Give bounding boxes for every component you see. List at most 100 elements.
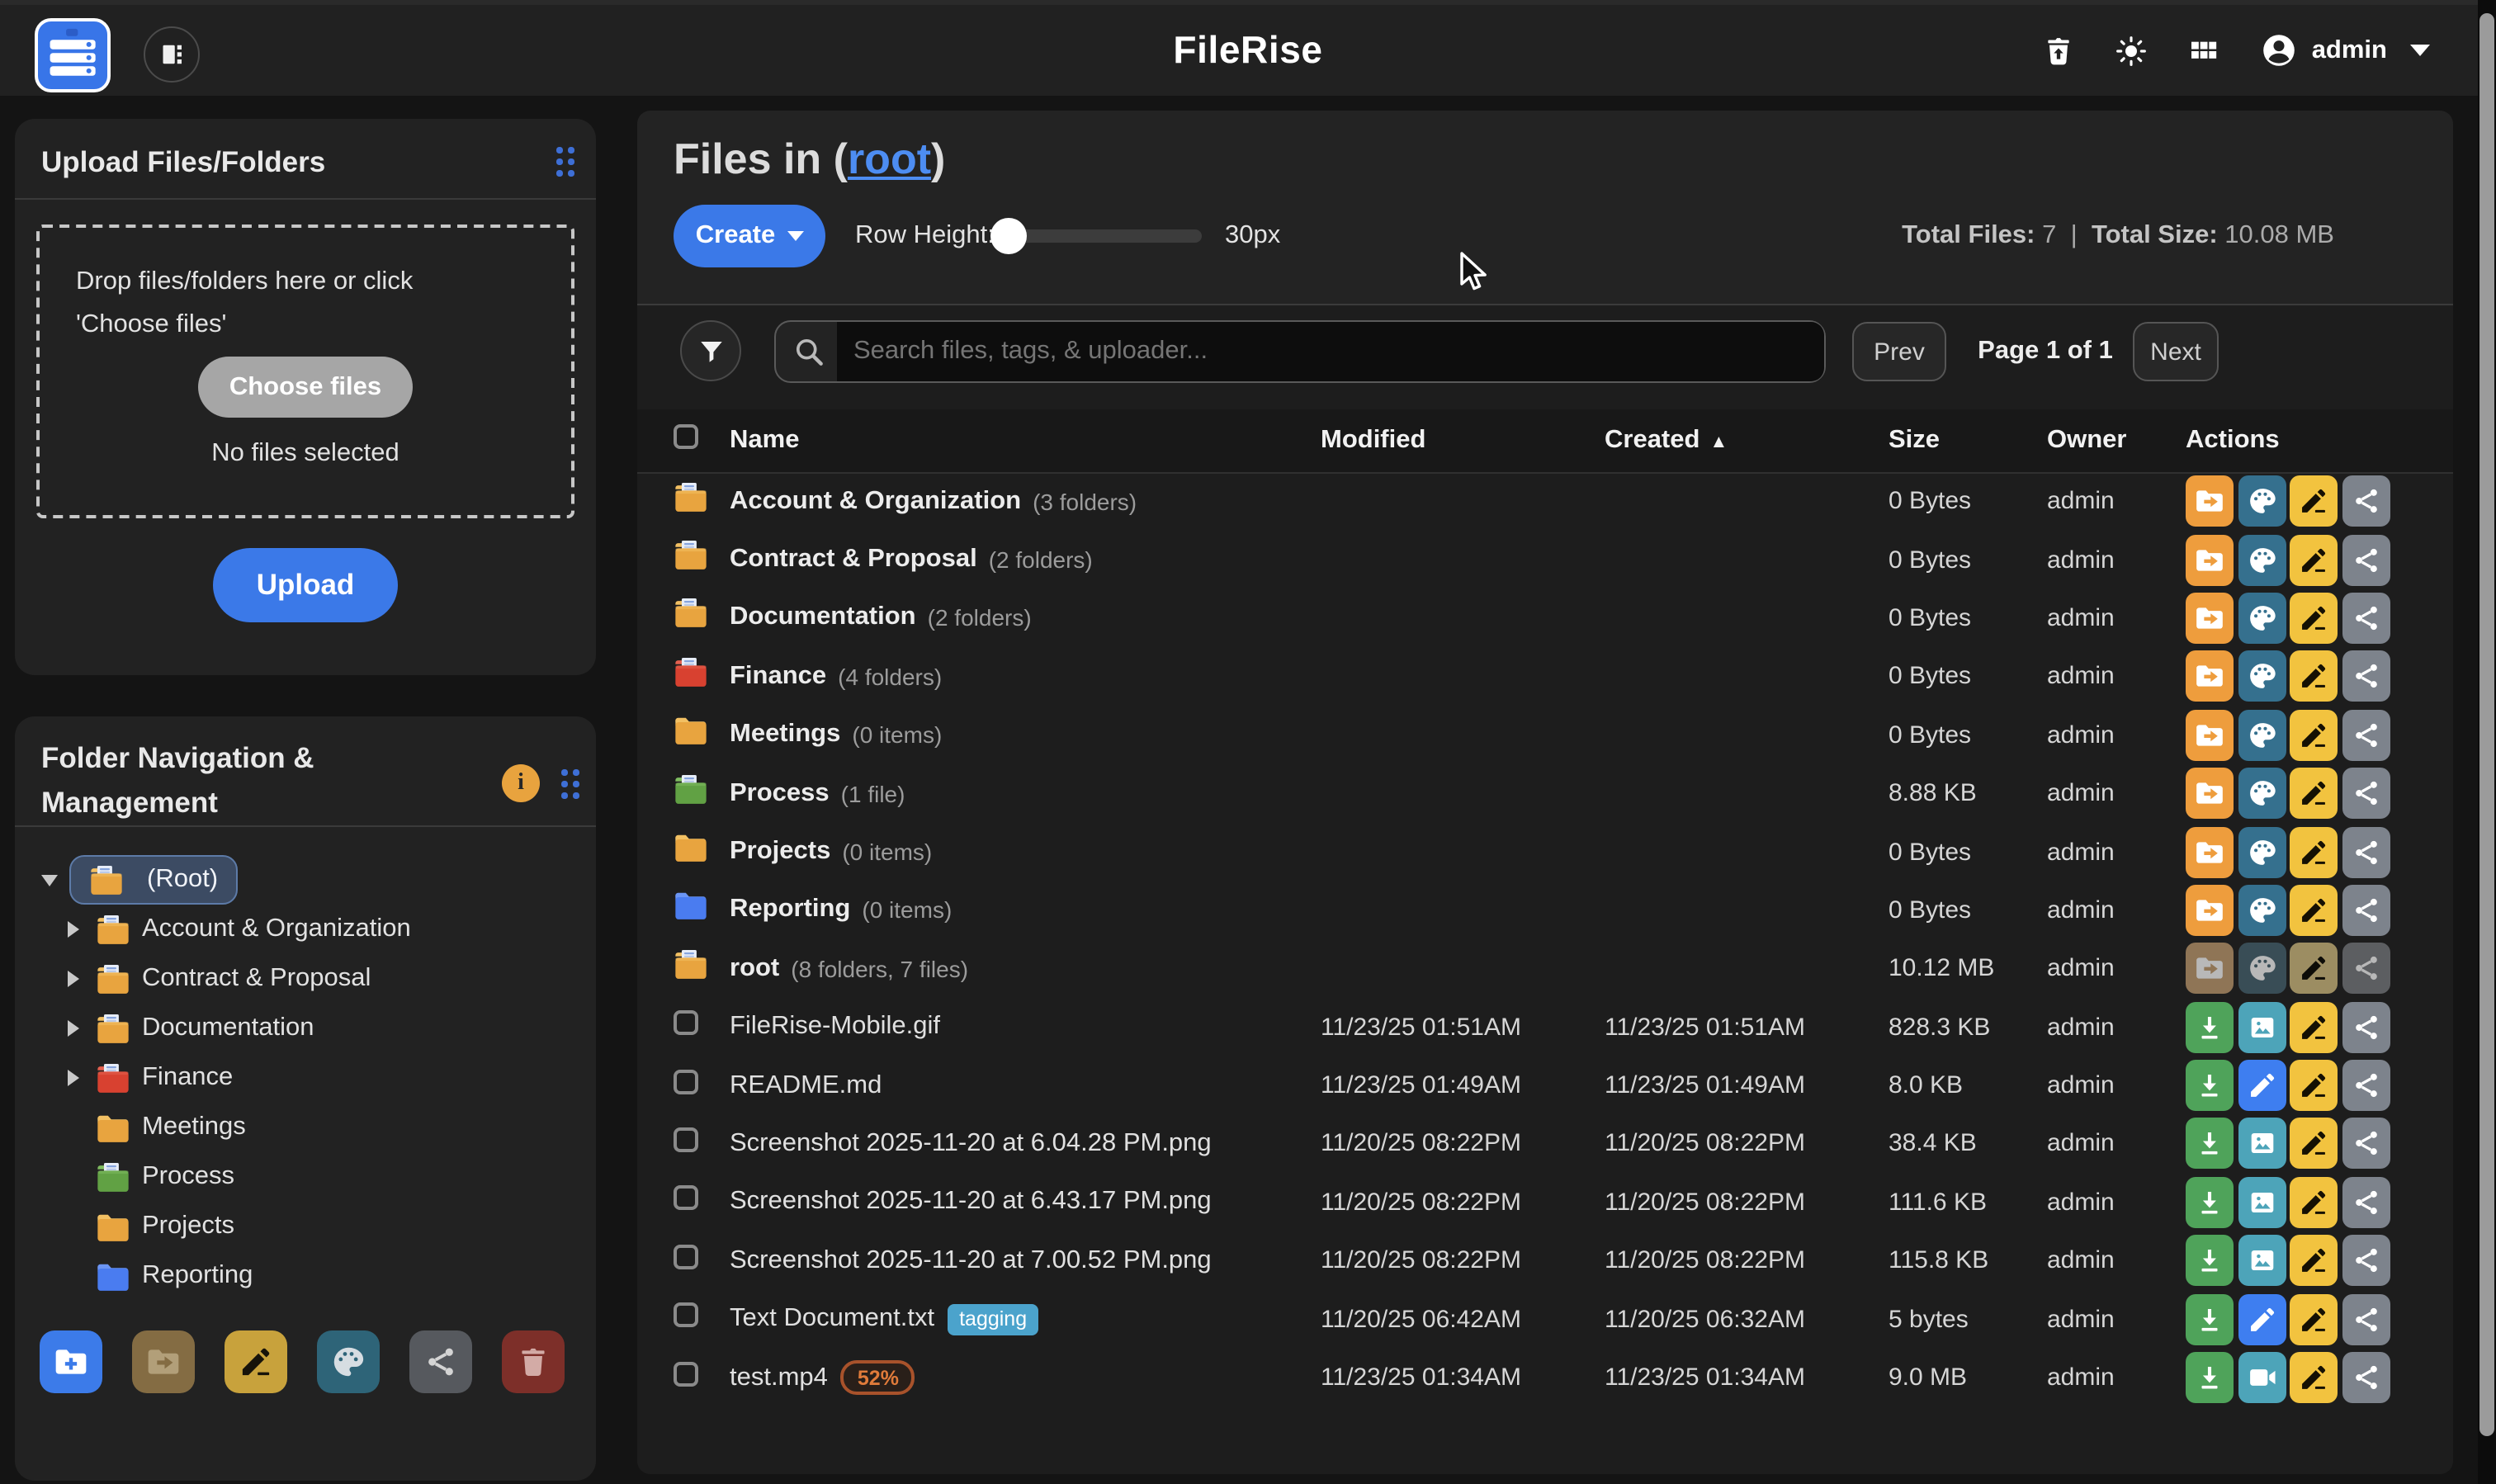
share-action-button[interactable]: [2342, 1001, 2390, 1052]
rename-action-button[interactable]: [2290, 885, 2338, 936]
prev-page-button[interactable]: Prev: [1852, 322, 1946, 381]
color-action-button[interactable]: [2238, 885, 2286, 936]
rename-action-button[interactable]: [2290, 534, 2338, 585]
item-name-cell[interactable]: Screenshot 2025-11-20 at 7.00.52 PM.png: [730, 1246, 1321, 1276]
row-checkbox[interactable]: [674, 1186, 698, 1211]
tree-item-meetings[interactable]: Meetings: [15, 1103, 596, 1152]
tree-item-reporting[interactable]: Reporting: [15, 1251, 596, 1301]
preview-action-button[interactable]: [2238, 1001, 2286, 1052]
download-action-button[interactable]: [2186, 1352, 2234, 1403]
item-name-cell[interactable]: FileRise-Mobile.gif: [730, 1012, 1321, 1042]
column-header-actions[interactable]: Actions: [2186, 426, 2423, 456]
item-name-cell[interactable]: Reporting(0 items): [730, 896, 1321, 925]
upload-dropzone[interactable]: Drop files/folders here or click 'Choose…: [36, 224, 574, 518]
user-menu[interactable]: admin: [2261, 31, 2430, 69]
selected-folder-chip[interactable]: (Root): [69, 855, 238, 905]
download-action-button[interactable]: [2186, 1001, 2234, 1052]
root-breadcrumb-link[interactable]: root: [848, 134, 931, 183]
color-action-button[interactable]: [2238, 826, 2286, 877]
upload-button[interactable]: Upload: [213, 548, 398, 622]
column-header-size[interactable]: Size: [1889, 426, 2047, 456]
trash-restore-icon[interactable]: [2043, 34, 2076, 67]
share-action-button[interactable]: [2342, 1118, 2390, 1170]
search-input[interactable]: [837, 322, 1824, 381]
table-row-folder[interactable]: Projects(0 items) 0 Bytes admin: [637, 823, 2453, 881]
tree-item-process[interactable]: Process: [15, 1152, 596, 1202]
item-name-cell[interactable]: Account & Organization(3 folders): [730, 486, 1321, 516]
rename-action-button[interactable]: [2290, 710, 2338, 761]
rename-action-button[interactable]: [2290, 943, 2338, 995]
share-action-button[interactable]: [2342, 593, 2390, 644]
table-row-folder[interactable]: Finance(4 folders) 0 Bytes admin: [637, 647, 2453, 706]
rename-action-button[interactable]: [2290, 1293, 2338, 1345]
item-name-cell[interactable]: Screenshot 2025-11-20 at 6.04.28 PM.png: [730, 1129, 1321, 1159]
table-row-folder[interactable]: Account & Organization(3 folders) 0 Byte…: [637, 472, 2453, 531]
page-scrollbar-thumb[interactable]: [2479, 13, 2494, 1436]
move-folder-button[interactable]: [132, 1330, 195, 1393]
share-action-button[interactable]: [2342, 710, 2390, 761]
rename-action-button[interactable]: [2290, 768, 2338, 819]
tree-item-root[interactable]: (Root): [15, 855, 596, 905]
share-action-button[interactable]: [2342, 768, 2390, 819]
row-checkbox[interactable]: [674, 1127, 698, 1152]
tree-item-contract-proposal[interactable]: Contract & Proposal: [15, 954, 596, 1004]
share-action-button[interactable]: [2342, 1060, 2390, 1111]
download-action-button[interactable]: [2186, 1293, 2234, 1345]
item-name-cell[interactable]: Text Document.txttagging: [730, 1303, 1321, 1335]
create-button[interactable]: Create: [674, 205, 825, 267]
rename-action-button[interactable]: [2290, 593, 2338, 644]
download-action-button[interactable]: [2186, 1236, 2234, 1287]
caret-collapsed-icon[interactable]: [68, 971, 89, 987]
table-row-file[interactable]: Text Document.txttagging 11/20/25 06:42A…: [637, 1290, 2453, 1349]
move-action-button[interactable]: [2186, 826, 2234, 877]
filter-button[interactable]: [680, 320, 741, 381]
color-action-button[interactable]: [2238, 768, 2286, 819]
item-name-cell[interactable]: Meetings(0 items): [730, 721, 1321, 750]
tree-item-projects[interactable]: Projects: [15, 1202, 596, 1251]
column-header-modified[interactable]: Modified: [1321, 426, 1605, 456]
move-action-button[interactable]: [2186, 593, 2234, 644]
item-name-cell[interactable]: Projects(0 items): [730, 837, 1321, 867]
share-action-button[interactable]: [2342, 651, 2390, 702]
share-action-button[interactable]: [2342, 1293, 2390, 1345]
move-action-button[interactable]: [2186, 475, 2234, 527]
move-action-button[interactable]: [2186, 710, 2234, 761]
light-mode-icon[interactable]: [2115, 34, 2149, 67]
color-action-button[interactable]: [2238, 651, 2286, 702]
preview-action-button[interactable]: [2238, 1177, 2286, 1228]
item-name-cell[interactable]: root(8 folders, 7 files): [730, 954, 1321, 984]
share-action-button[interactable]: [2342, 885, 2390, 936]
row-checkbox[interactable]: [674, 1069, 698, 1094]
table-row-file[interactable]: test.mp452% 11/23/25 01:34AM 11/23/25 01…: [637, 1349, 2453, 1407]
next-page-button[interactable]: Next: [2133, 322, 2219, 381]
caret-collapsed-icon[interactable]: [68, 1020, 89, 1037]
rename-action-button[interactable]: [2290, 651, 2338, 702]
edit-action-button[interactable]: [2238, 1293, 2286, 1345]
drag-handle-icon[interactable]: [556, 147, 574, 177]
share-folder-button[interactable]: [409, 1330, 472, 1393]
table-row-folder[interactable]: Contract & Proposal(2 folders) 0 Bytes a…: [637, 531, 2453, 589]
row-checkbox[interactable]: [674, 1245, 698, 1269]
delete-folder-button[interactable]: [502, 1330, 565, 1393]
caret-collapsed-icon[interactable]: [68, 921, 89, 938]
caret-collapsed-icon[interactable]: [68, 1070, 89, 1086]
download-action-button[interactable]: [2186, 1177, 2234, 1228]
table-row-folder[interactable]: Process(1 file) 8.88 KB admin: [637, 764, 2453, 823]
item-name-cell[interactable]: Finance(4 folders): [730, 662, 1321, 692]
table-row-file[interactable]: README.md 11/23/25 01:49AM 11/23/25 01:4…: [637, 1056, 2453, 1115]
column-header-name[interactable]: Name: [730, 426, 1321, 456]
table-row-file[interactable]: Screenshot 2025-11-20 at 6.04.28 PM.png …: [637, 1115, 2453, 1174]
table-row-file[interactable]: Screenshot 2025-11-20 at 6.43.17 PM.png …: [637, 1173, 2453, 1231]
item-name-cell[interactable]: Documentation(2 folders): [730, 603, 1321, 633]
tree-item-finance[interactable]: Finance: [15, 1053, 596, 1103]
rename-action-button[interactable]: [2290, 1001, 2338, 1052]
table-row-folder[interactable]: Meetings(0 items) 0 Bytes admin: [637, 706, 2453, 764]
move-action-button[interactable]: [2186, 885, 2234, 936]
share-action-button[interactable]: [2342, 534, 2390, 585]
table-row-folder[interactable]: Documentation(2 folders) 0 Bytes admin: [637, 589, 2453, 648]
choose-files-button[interactable]: Choose files: [198, 357, 413, 418]
share-action-button[interactable]: [2342, 1352, 2390, 1403]
color-action-button[interactable]: [2238, 943, 2286, 995]
info-icon[interactable]: i: [502, 764, 540, 802]
share-action-button[interactable]: [2342, 1236, 2390, 1287]
